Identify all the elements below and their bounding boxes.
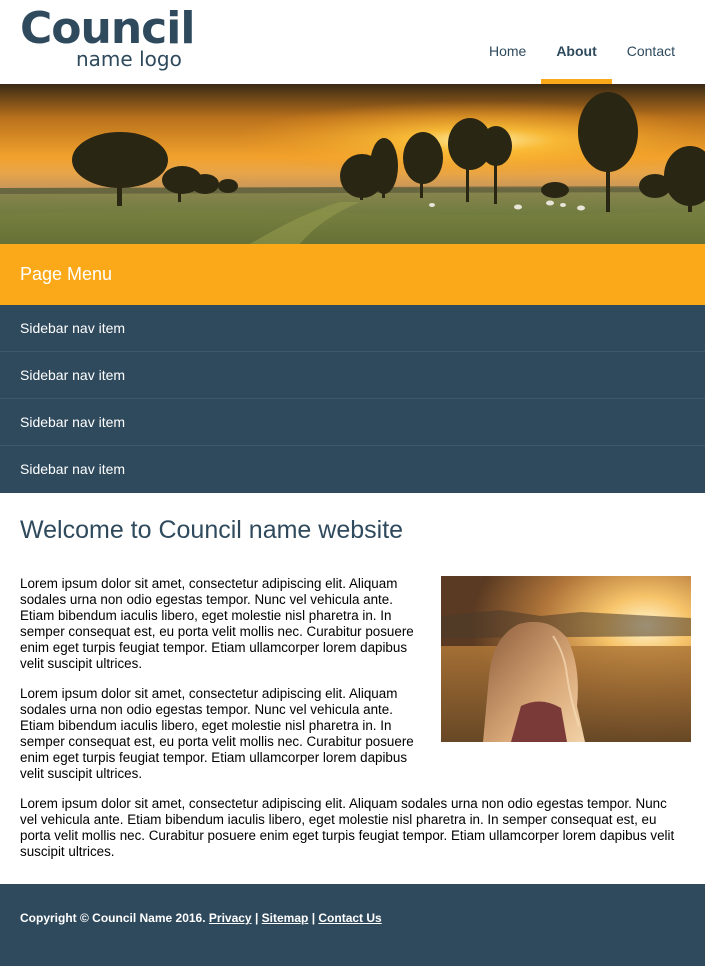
footer-link-sitemap[interactable]: Sitemap — [262, 911, 309, 925]
nav-item-contact[interactable]: Contact — [612, 0, 690, 84]
logo-sub-text: name logo — [76, 47, 182, 71]
sidebar-nav-item[interactable]: Sidebar nav item — [0, 305, 705, 352]
nav-item-home[interactable]: Home — [474, 0, 541, 84]
hero-banner-image — [0, 84, 705, 244]
sidebar-nav-item[interactable]: Sidebar nav item — [0, 352, 705, 399]
content-paragraph: Lorem ipsum dolor sit amet, consectetur … — [20, 796, 675, 859]
sidebar-nav: Sidebar nav item Sidebar nav item Sideba… — [0, 305, 705, 493]
council-logo[interactable]: Council name logo — [20, 4, 195, 71]
page-menu-header: Page Menu — [0, 244, 705, 305]
footer-separator: | — [311, 911, 316, 925]
content-paragraph: Lorem ipsum dolor sit amet, consectetur … — [20, 576, 414, 671]
sidebar-nav-item[interactable]: Sidebar nav item — [0, 446, 705, 493]
page-title: Welcome to Council name website — [20, 516, 404, 544]
footer-link-contact-us[interactable]: Contact Us — [318, 911, 381, 925]
nav-item-about[interactable]: About — [541, 0, 613, 84]
footer-link-privacy[interactable]: Privacy — [209, 911, 252, 925]
sidebar-nav-item[interactable]: Sidebar nav item — [0, 399, 705, 446]
main-nav: Home About Contact — [474, 0, 690, 84]
footer-separator: | — [254, 911, 259, 925]
girl-in-field-photo — [441, 576, 691, 742]
site-footer: Copyright © Council Name 2016. Privacy |… — [0, 884, 705, 966]
content-paragraph: Lorem ipsum dolor sit amet, consectetur … — [20, 686, 414, 781]
footer-copyright: Copyright © Council Name 2016. — [20, 911, 206, 925]
site-header: Council name logo Home About Contact — [0, 0, 705, 84]
